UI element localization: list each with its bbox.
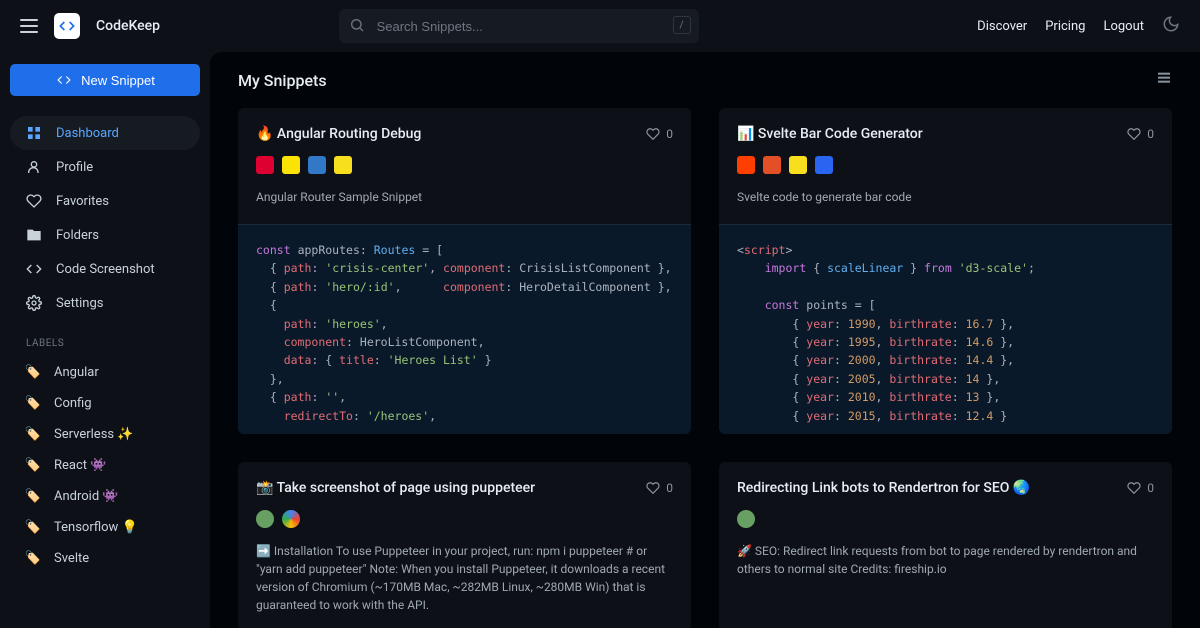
like-count: 0 — [1147, 127, 1154, 141]
label-icon: 🏷️ — [26, 427, 40, 442]
like-count: 0 — [666, 481, 673, 495]
nodejs-icon — [737, 510, 755, 528]
new-snippet-label: New Snippet — [81, 73, 155, 88]
snippet-desc: ➡️ Installation To use Puppeteer in your… — [238, 542, 691, 614]
sidebar: New Snippet Dashboard Profile Favorites … — [0, 52, 210, 628]
label-android[interactable]: 🏷️ Android 👾 — [10, 481, 200, 512]
label-config[interactable]: 🏷️ Config — [10, 388, 200, 419]
css3-icon — [815, 156, 833, 174]
label-text: Android 👾 — [54, 489, 119, 504]
snippet-title: 🔥 Angular Routing Debug — [256, 126, 421, 142]
nav-discover[interactable]: Discover — [977, 19, 1027, 34]
snippet-card[interactable]: 📊 Svelte Bar Code Generator 0 Svelte cod… — [719, 108, 1172, 434]
label-react[interactable]: 🏷️ React 👾 — [10, 450, 200, 481]
angular-icon — [256, 156, 274, 174]
search-icon — [349, 17, 365, 37]
snippet-desc: Svelte code to generate bar code — [719, 188, 1172, 206]
label-icon: 🏷️ — [26, 458, 40, 473]
app-logo — [54, 13, 80, 39]
javascript-icon — [789, 156, 807, 174]
heart-icon — [1127, 481, 1141, 495]
html5-icon — [763, 156, 781, 174]
search-kbd-hint: / — [673, 16, 691, 34]
theme-toggle-icon[interactable] — [1162, 15, 1180, 37]
like-button[interactable]: 0 — [646, 481, 673, 495]
label-tensorflow[interactable]: 🏷️ Tensorflow 💡 — [10, 512, 200, 543]
label-text: Svelte — [54, 551, 89, 566]
heart-icon — [646, 127, 660, 141]
typescript-icon — [308, 156, 326, 174]
like-button[interactable]: 0 — [1127, 481, 1154, 495]
sidebar-item-favorites[interactable]: Favorites — [10, 184, 200, 218]
snippet-title: 📊 Svelte Bar Code Generator — [737, 126, 923, 142]
label-svelte[interactable]: 🏷️ Svelte — [10, 543, 200, 574]
angular-alt-icon — [282, 156, 300, 174]
tech-badges — [238, 156, 691, 174]
javascript-icon — [334, 156, 352, 174]
dashboard-icon — [26, 125, 42, 141]
snippet-title: Redirecting Link bots to Rendertron for … — [737, 480, 1030, 496]
heart-icon — [26, 193, 42, 209]
sidebar-item-label: Settings — [56, 296, 103, 311]
snippet-card[interactable]: Redirecting Link bots to Rendertron for … — [719, 462, 1172, 628]
label-angular[interactable]: 🏷️ Angular — [10, 357, 200, 388]
gear-icon — [26, 295, 42, 311]
like-button[interactable]: 0 — [646, 127, 673, 141]
code-icon — [26, 261, 42, 277]
label-text: Tensorflow 💡 — [54, 520, 138, 535]
snippet-desc: Angular Router Sample Snippet — [238, 188, 691, 206]
sidebar-item-profile[interactable]: Profile — [10, 150, 200, 184]
sidebar-item-label: Folders — [56, 228, 99, 243]
brand-name: CodeKeep — [96, 18, 160, 34]
label-text: Serverless ✨ — [54, 427, 134, 442]
nav-pricing[interactable]: Pricing — [1045, 19, 1085, 34]
sidebar-item-label: Code Screenshot — [56, 262, 155, 277]
heart-icon — [1127, 127, 1141, 141]
sidebar-item-label: Dashboard — [56, 126, 119, 141]
heart-icon — [646, 481, 660, 495]
label-icon: 🏷️ — [26, 551, 40, 566]
folder-icon — [26, 227, 42, 243]
like-count: 0 — [666, 127, 673, 141]
label-icon: 🏷️ — [26, 489, 40, 504]
nodejs-icon — [256, 510, 274, 528]
page-title: My Snippets — [238, 71, 327, 90]
tech-badges — [719, 156, 1172, 174]
label-icon: 🏷️ — [26, 365, 40, 380]
sidebar-item-label: Favorites — [56, 194, 109, 209]
labels-header: LABELS — [10, 320, 200, 357]
sidebar-item-screenshot[interactable]: Code Screenshot — [10, 252, 200, 286]
like-count: 0 — [1147, 481, 1154, 495]
label-text: Angular — [54, 365, 99, 380]
list-view-icon[interactable] — [1156, 70, 1172, 90]
new-snippet-button[interactable]: New Snippet — [10, 64, 200, 96]
snippet-title: 📸 Take screenshot of page using puppetee… — [256, 480, 535, 496]
search-input[interactable] — [339, 9, 699, 43]
label-text: Config — [54, 396, 92, 411]
label-icon: 🏷️ — [26, 396, 40, 411]
google-icon — [282, 510, 300, 528]
tech-badges — [719, 510, 1172, 528]
code-preview: <script> import { scaleLinear } from 'd3… — [719, 224, 1172, 434]
code-preview: const appRoutes: Routes = [ { path: 'cri… — [238, 224, 691, 434]
snippet-desc: 🚀 SEO: Redirect link requests from bot t… — [719, 542, 1172, 578]
nav-logout[interactable]: Logout — [1103, 19, 1144, 34]
label-text: React 👾 — [54, 458, 106, 473]
snippet-card[interactable]: 📸 Take screenshot of page using puppetee… — [238, 462, 691, 628]
profile-icon — [26, 159, 42, 175]
sidebar-item-folders[interactable]: Folders — [10, 218, 200, 252]
like-button[interactable]: 0 — [1127, 127, 1154, 141]
sidebar-item-dashboard[interactable]: Dashboard — [10, 116, 200, 150]
sidebar-item-label: Profile — [56, 160, 93, 175]
menu-toggle[interactable] — [20, 19, 38, 33]
snippet-card[interactable]: 🔥 Angular Routing Debug 0 Angular Router… — [238, 108, 691, 434]
sidebar-item-settings[interactable]: Settings — [10, 286, 200, 320]
label-serverless[interactable]: 🏷️ Serverless ✨ — [10, 419, 200, 450]
svelte-icon — [737, 156, 755, 174]
tech-badges — [238, 510, 691, 528]
main-content: My Snippets 🔥 Angular Routing Debug 0 — [210, 52, 1200, 628]
label-icon: 🏷️ — [26, 520, 40, 535]
